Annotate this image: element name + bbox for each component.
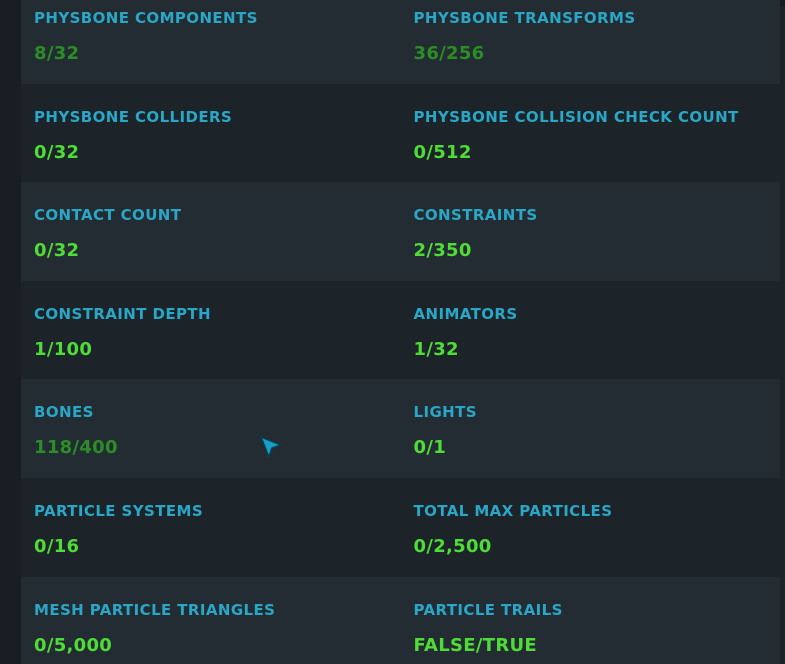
performance-stats-list[interactable]: PHYSBONE COMPONENTS 8/32 PHYSBONE TRANSF…	[21, 0, 780, 664]
left-gutter	[0, 0, 21, 664]
stat-label: MESH PARTICLE TRIANGLES	[34, 600, 276, 619]
stat-value: 36/256	[413, 43, 485, 64]
stat-value: 0/32	[34, 240, 80, 262]
stat-particle-systems: PARTICLE SYSTEMS 0/16	[21, 478, 401, 577]
stat-animators: ANIMATORS 1/32	[401, 281, 781, 380]
stat-label: CONTACT COUNT	[34, 206, 182, 225]
stat-label: PHYSBONE TRANSFORMS	[413, 9, 636, 27]
stat-row: MESH PARTICLE TRIANGLES 0/5,000 PARTICLE…	[21, 576, 781, 664]
stat-physbone-components: PHYSBONE COMPONENTS 8/32	[21, 0, 401, 84]
stat-value: 0/1	[413, 437, 447, 459]
stat-value: 1/100	[34, 338, 93, 360]
stat-physbone-colliders: PHYSBONE COLLIDERS 0/32	[21, 84, 401, 183]
stat-row: CONSTRAINT DEPTH 1/100 ANIMATORS 1/32	[21, 280, 781, 380]
stat-physbone-transforms: PHYSBONE TRANSFORMS 36/256	[401, 0, 781, 84]
stat-value: 8/32	[34, 43, 80, 64]
pointer-arrow-icon	[260, 436, 282, 458]
stat-value: 0/16	[34, 535, 80, 557]
stat-value: 0/5,000	[34, 634, 113, 656]
stat-row: PHYSBONE COMPONENTS 8/32 PHYSBONE TRANSF…	[21, 0, 780, 84]
stat-mesh-particle-triangles: MESH PARTICLE TRIANGLES 0/5,000	[21, 577, 401, 664]
stat-label: CONSTRAINTS	[413, 206, 538, 225]
stat-row: CONTACT COUNT 0/32 CONSTRAINTS 2/350	[21, 182, 780, 281]
stat-lights: LIGHTS 0/1	[401, 379, 781, 478]
stat-constraint-depth: CONSTRAINT DEPTH 1/100	[21, 281, 401, 380]
stat-contact-count: CONTACT COUNT 0/32	[21, 182, 401, 281]
stat-label: PHYSBONE COLLIDERS	[34, 107, 233, 126]
stat-constraints: CONSTRAINTS 2/350	[401, 182, 781, 281]
stat-label: BONES	[34, 403, 94, 422]
stat-row: BONES 118/400 LIGHTS 0/1	[21, 379, 780, 478]
stat-particle-trails: PARTICLE TRAILS FALSE/TRUE	[401, 577, 781, 664]
stat-label: CONSTRAINT DEPTH	[34, 304, 211, 323]
stat-label: ANIMATORS	[413, 304, 518, 323]
avatar-stats-panel: PHYSBONE COMPONENTS 8/32 PHYSBONE TRANSF…	[0, 0, 785, 664]
stat-total-max-particles: TOTAL MAX PARTICLES 0/2,500	[401, 478, 781, 577]
stat-value: 0/32	[34, 141, 80, 163]
stat-value: 2/350	[413, 240, 472, 262]
stat-label: PARTICLE TRAILS	[413, 600, 563, 619]
stat-row: PHYSBONE COLLIDERS 0/32 PHYSBONE COLLISI…	[21, 83, 781, 183]
stat-label: TOTAL MAX PARTICLES	[413, 501, 613, 520]
stat-value: FALSE/TRUE	[413, 634, 538, 656]
stat-row: PARTICLE SYSTEMS 0/16 TOTAL MAX PARTICLE…	[21, 477, 781, 577]
stat-label: PHYSBONE COLLISION CHECK COUNT	[413, 107, 739, 126]
stat-label: PARTICLE SYSTEMS	[34, 501, 204, 520]
stat-value: 1/32	[413, 338, 459, 360]
stat-value: 118/400	[34, 437, 118, 459]
stat-bones: BONES 118/400	[21, 379, 401, 478]
stat-value: 0/512	[413, 141, 472, 163]
stat-physbone-collision-check-count: PHYSBONE COLLISION CHECK COUNT 0/512	[401, 84, 781, 183]
stat-label: PHYSBONE COMPONENTS	[34, 9, 258, 27]
stat-value: 0/2,500	[413, 535, 492, 557]
stat-label: LIGHTS	[413, 403, 477, 422]
